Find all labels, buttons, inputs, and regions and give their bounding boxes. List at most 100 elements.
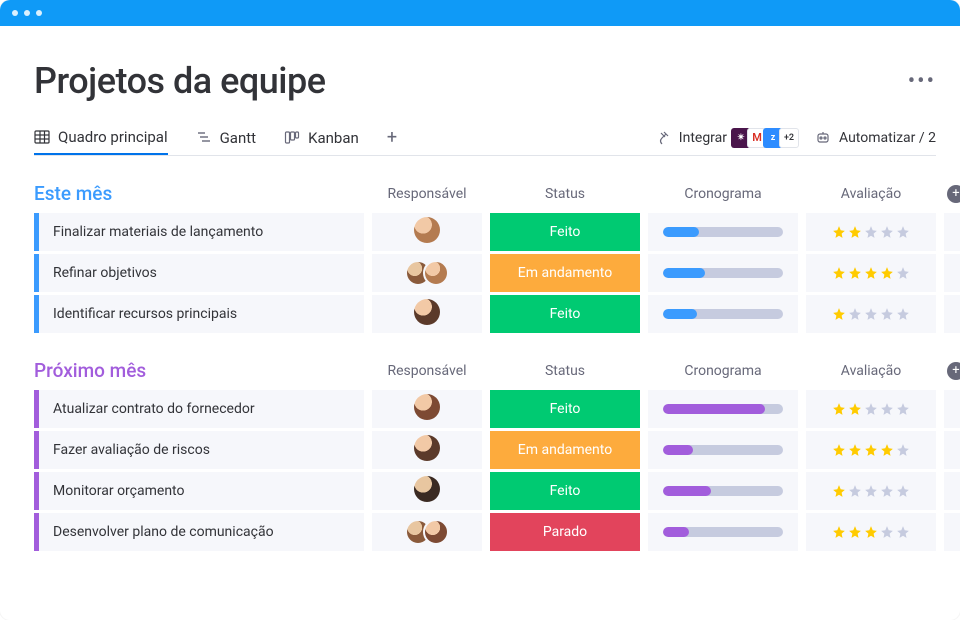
robot-icon (815, 130, 831, 146)
rating-cell[interactable] (806, 472, 936, 510)
automate-button[interactable]: Automatizar / 2 (815, 130, 936, 146)
task-name-cell[interactable]: Atualizar contrato do fornecedor (34, 390, 364, 428)
tab-kanban[interactable]: Kanban (284, 120, 359, 155)
star-icon (880, 402, 894, 416)
status-cell[interactable]: Feito (490, 472, 640, 510)
status-cell[interactable]: Feito (490, 390, 640, 428)
timeline-cell[interactable] (648, 390, 798, 428)
avatar (414, 394, 440, 420)
star-icon (864, 266, 878, 280)
trailing-cell (944, 213, 960, 251)
add-column-button[interactable]: + (944, 362, 960, 380)
groups-container: Este mês Responsável Status Cronograma A… (34, 182, 936, 551)
table-row[interactable]: Fazer avaliação de riscos Em andamento (34, 431, 936, 469)
star-icon (848, 525, 862, 539)
rating-cell[interactable] (806, 213, 936, 251)
trailing-cell (944, 254, 960, 292)
right-actions: Integrar ✴ M z +2 (655, 128, 936, 148)
star-icon (880, 525, 894, 539)
table-row[interactable]: Refinar objetivos Em andamento (34, 254, 936, 292)
status-cell[interactable]: Feito (490, 213, 640, 251)
owner-cell[interactable] (372, 390, 482, 428)
column-header-owner[interactable]: Responsável (372, 186, 482, 202)
star-icon (832, 266, 846, 280)
integrate-button[interactable]: Integrar ✴ M z +2 (655, 128, 799, 148)
rating-cell[interactable] (806, 513, 936, 551)
star-icon (848, 443, 862, 457)
table-row[interactable]: Monitorar orçamento Feito (34, 472, 936, 510)
column-header-timeline[interactable]: Cronograma (648, 363, 798, 379)
tab-label: Kanban (308, 129, 359, 147)
owner-cell[interactable] (372, 513, 482, 551)
column-header-status[interactable]: Status (490, 363, 640, 379)
star-icon (896, 443, 910, 457)
timeline-cell[interactable] (648, 472, 798, 510)
status-cell[interactable]: Feito (490, 295, 640, 333)
status-cell[interactable]: Em andamento (490, 431, 640, 469)
column-header-timeline[interactable]: Cronograma (648, 186, 798, 202)
timeline-bar (663, 227, 783, 237)
tab-main-table[interactable]: Quadro principal (34, 120, 168, 155)
star-icon (880, 266, 894, 280)
timeline-cell[interactable] (648, 213, 798, 251)
table-icon (34, 129, 50, 145)
tab-gantt[interactable]: Gantt (196, 120, 256, 155)
task-name-cell[interactable]: Monitorar orçamento (34, 472, 364, 510)
star-icon (832, 402, 846, 416)
star-icon (880, 225, 894, 239)
star-icon (832, 443, 846, 457)
column-header-rating[interactable]: Avaliação (806, 186, 936, 202)
owner-cell[interactable] (372, 295, 482, 333)
timeline-cell[interactable] (648, 431, 798, 469)
owner-cell[interactable] (372, 254, 482, 292)
rating-cell[interactable] (806, 295, 936, 333)
star-icon (832, 484, 846, 498)
owner-cell[interactable] (372, 472, 482, 510)
timeline-cell[interactable] (648, 295, 798, 333)
column-header-owner[interactable]: Responsável (372, 363, 482, 379)
star-icon (864, 443, 878, 457)
app-window: Projetos da equipe ••• Quadro principal (0, 0, 960, 620)
group-title[interactable]: Próximo mês (34, 359, 364, 382)
column-header-status[interactable]: Status (490, 186, 640, 202)
status-cell[interactable]: Em andamento (490, 254, 640, 292)
task-name-cell[interactable]: Desenvolver plano de comunicação (34, 513, 364, 551)
avatar (414, 217, 440, 243)
kanban-icon (284, 130, 300, 146)
group-title[interactable]: Este mês (34, 182, 364, 205)
more-integrations-badge: +2 (779, 128, 799, 148)
window-dot (24, 10, 30, 16)
add-view-button[interactable]: + (387, 127, 397, 148)
rating-cell[interactable] (806, 431, 936, 469)
table-row[interactable]: Atualizar contrato do fornecedor Feito (34, 390, 936, 428)
owner-cell[interactable] (372, 213, 482, 251)
tab-label: Quadro principal (58, 128, 168, 146)
table-row[interactable]: Identificar recursos principais Feito (34, 295, 936, 333)
status-cell[interactable]: Parado (490, 513, 640, 551)
add-column-button[interactable]: + (944, 185, 960, 203)
gantt-icon (196, 130, 212, 146)
column-header-rating[interactable]: Avaliação (806, 363, 936, 379)
star-icon (880, 443, 894, 457)
star-icon (896, 525, 910, 539)
more-menu-button[interactable]: ••• (908, 69, 936, 94)
task-name-cell[interactable]: Finalizar materiais de lançamento (34, 213, 364, 251)
star-icon (848, 402, 862, 416)
timeline-cell[interactable] (648, 254, 798, 292)
star-icon (896, 266, 910, 280)
group: Próximo mês Responsável Status Cronogram… (34, 359, 936, 551)
table-row[interactable]: Desenvolver plano de comunicação Parado (34, 513, 936, 551)
task-name-cell[interactable]: Identificar recursos principais (34, 295, 364, 333)
group: Este mês Responsável Status Cronograma A… (34, 182, 936, 333)
plus-icon: + (947, 362, 960, 380)
star-icon (896, 307, 910, 321)
timeline-cell[interactable] (648, 513, 798, 551)
task-name-cell[interactable]: Refinar objetivos (34, 254, 364, 292)
rating-cell[interactable] (806, 390, 936, 428)
rating-cell[interactable] (806, 254, 936, 292)
content-area: Projetos da equipe ••• Quadro principal (0, 26, 960, 551)
task-name-cell[interactable]: Fazer avaliação de riscos (34, 431, 364, 469)
star-icon (864, 225, 878, 239)
owner-cell[interactable] (372, 431, 482, 469)
table-row[interactable]: Finalizar materiais de lançamento Feito (34, 213, 936, 251)
